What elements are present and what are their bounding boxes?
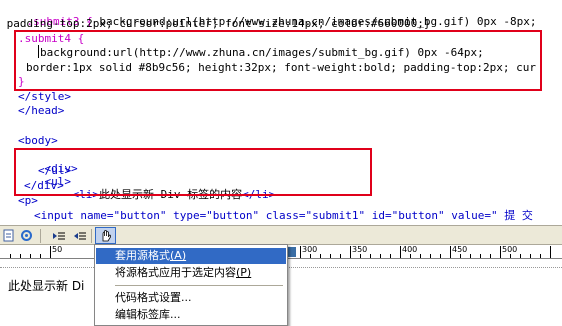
code-toolbar xyxy=(0,225,562,245)
code-line-7: </style> xyxy=(18,90,71,103)
outdent-icon[interactable] xyxy=(71,227,88,244)
format-context-menu: 套用源格式(A) 将源格式应用于选定内容(P) 代码格式设置... 编辑标签库.… xyxy=(94,244,288,326)
menu-item-label: 套用源格式 xyxy=(115,249,170,262)
page-icon[interactable] xyxy=(0,227,17,244)
code-line-15: <input name="button" type="button" class… xyxy=(34,209,533,222)
menu-item-label: 编辑标签库... xyxy=(115,308,181,321)
refresh-icon[interactable] xyxy=(18,227,35,244)
ruler-label-300: 300 xyxy=(302,245,318,254)
toolbar-separator xyxy=(40,229,41,243)
menu-item-apply-to-selection[interactable]: 将源格式应用于选定内容(P) xyxy=(96,265,286,281)
menu-item-label: 代码格式设置... xyxy=(115,291,192,304)
menu-item-apply-source-format[interactable]: 套用源格式(A) xyxy=(96,248,286,264)
ruler-label-400: 400 xyxy=(402,245,418,254)
menu-item-edit-tag-library[interactable]: 编辑标签库... xyxy=(96,307,286,323)
highlight-box-div xyxy=(14,148,372,196)
indent-icon[interactable] xyxy=(50,227,67,244)
ruler-label-350: 350 xyxy=(352,245,368,254)
menu-item-shortcut: (A) xyxy=(170,249,187,262)
menu-item-label: 将源格式应用于选定内容 xyxy=(115,266,236,279)
code-line-10: <body> xyxy=(18,134,58,147)
menu-item-code-format-settings[interactable]: 代码格式设置... xyxy=(96,290,286,306)
format-hand-icon[interactable] xyxy=(95,227,116,244)
ruler-label-50: 50 xyxy=(52,245,63,254)
menu-item-shortcut: (P) xyxy=(236,266,252,279)
code-line-8: </head> xyxy=(18,104,65,117)
design-div-text: 此处显示新 Di xyxy=(8,279,85,293)
code-line-2: padding-top:2px; cursor:pointer; font-si… xyxy=(0,17,431,30)
ruler-label-450: 450 xyxy=(452,245,468,254)
menu-separator xyxy=(115,285,283,286)
ruler-label-500: 500 xyxy=(502,245,518,254)
highlight-box-submit4 xyxy=(14,30,542,91)
code-view[interactable]: .submit3 { background:url(http://www.zhu… xyxy=(0,0,562,225)
toolbar-separator xyxy=(91,229,92,243)
